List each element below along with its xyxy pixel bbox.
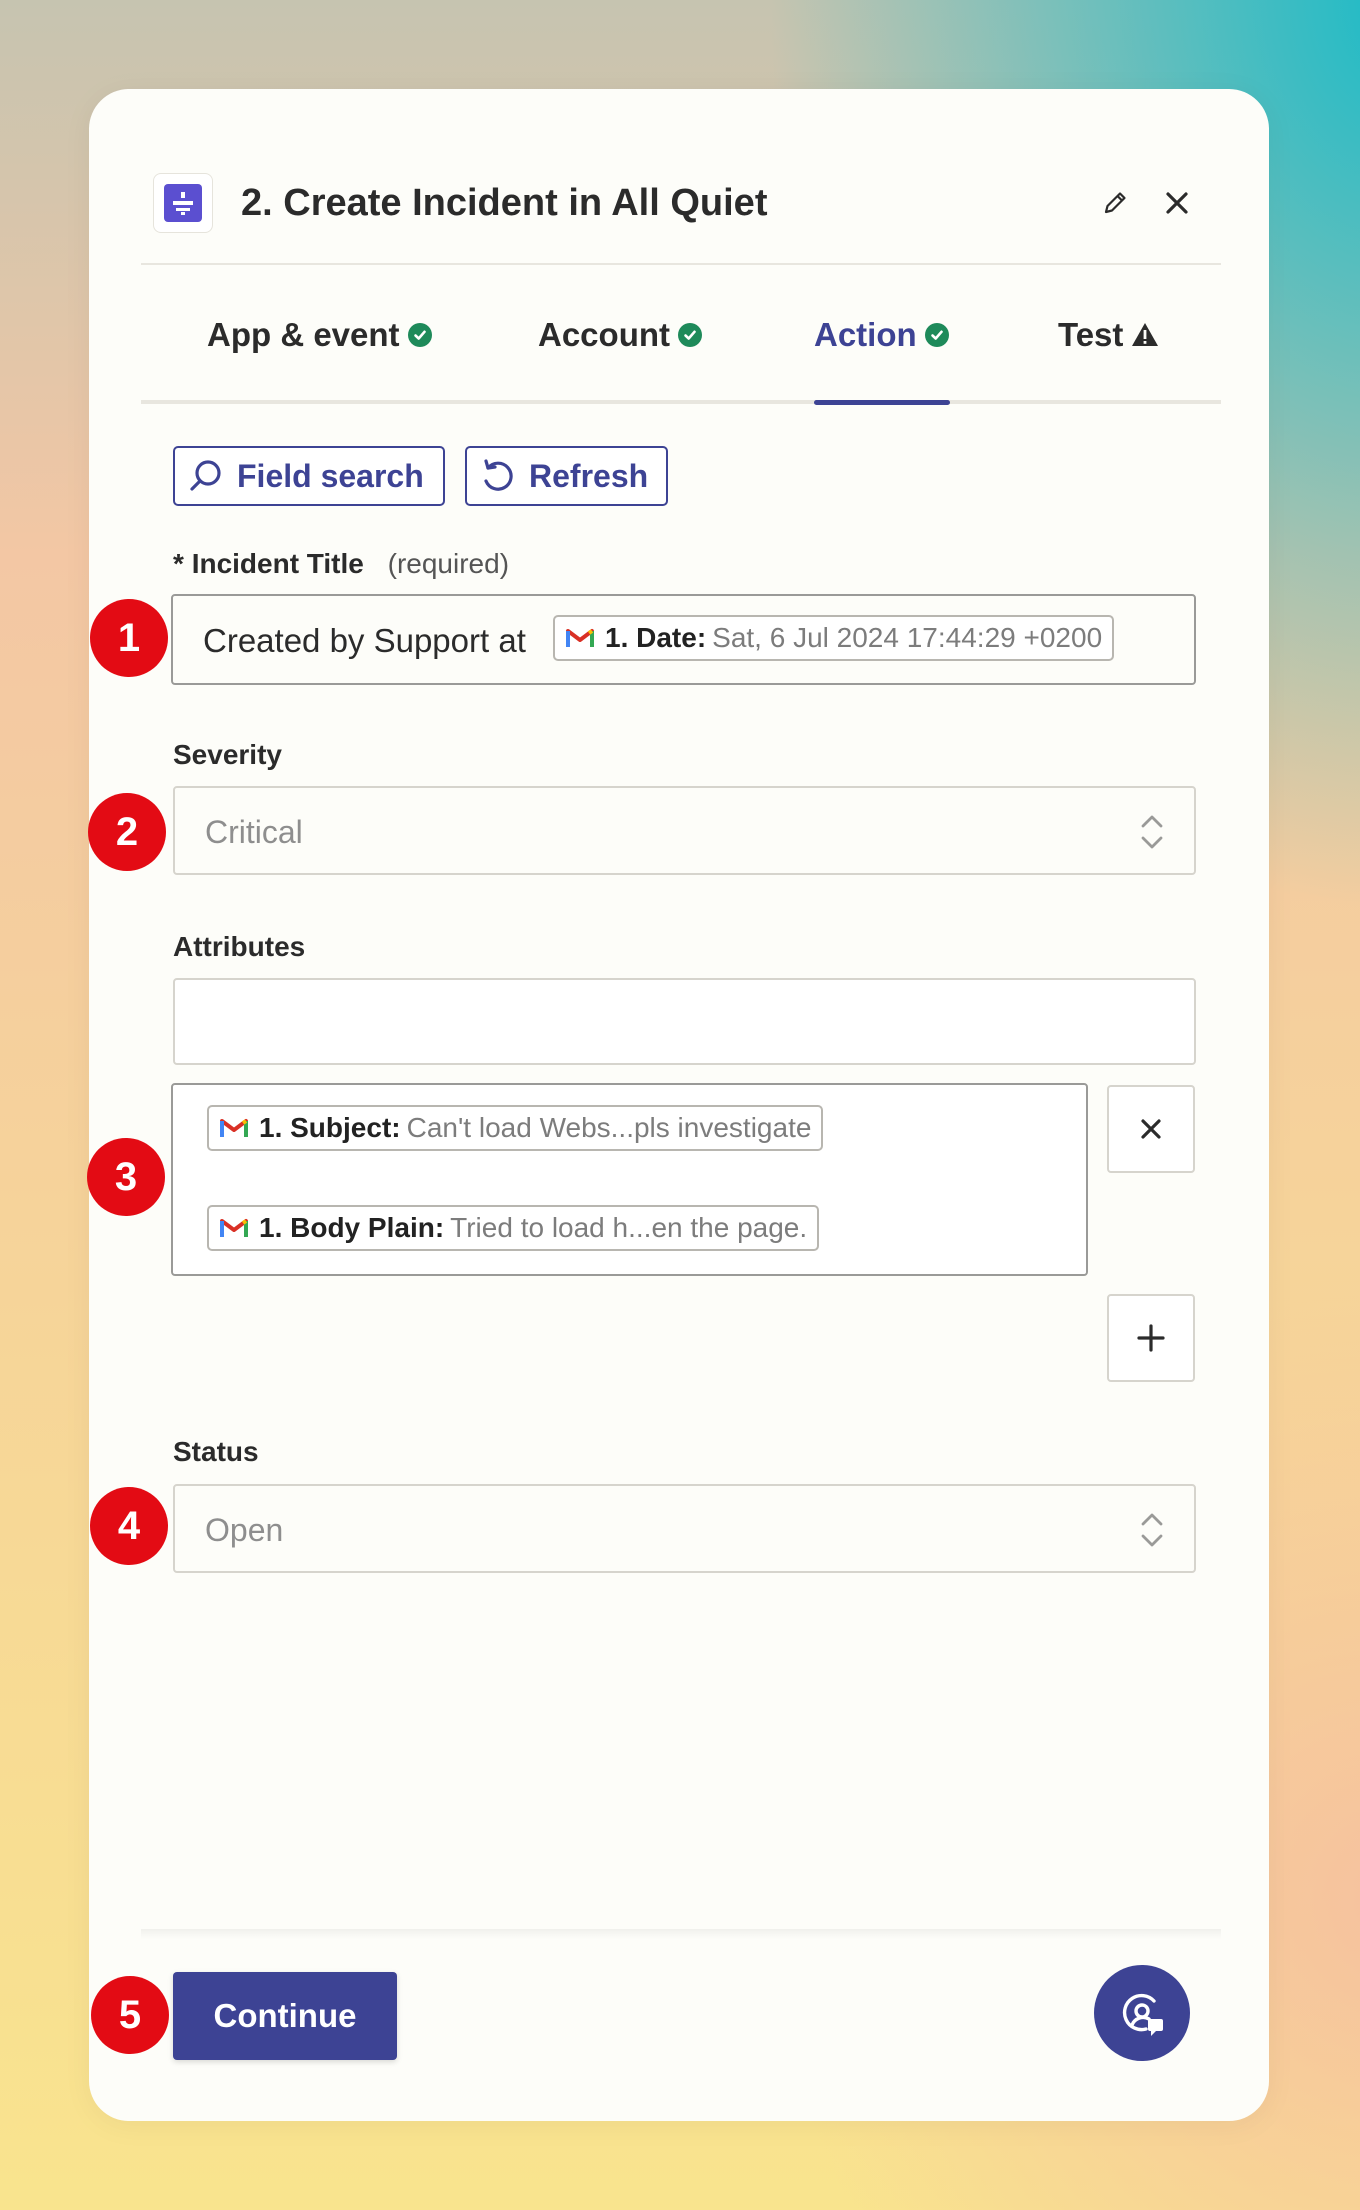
tab-label: Account (538, 316, 670, 353)
status-label: Status (173, 1436, 259, 1467)
severity-value: Critical (205, 814, 303, 850)
gmail-icon (565, 627, 595, 649)
check-icon (407, 323, 432, 347)
search-icon (187, 457, 225, 495)
incident-title-label-text: Incident Title (191, 548, 364, 579)
chevron-updown-icon (1137, 1508, 1167, 1557)
remove-attribute-button[interactable] (1107, 1085, 1195, 1173)
incident-title-input[interactable]: Created by Support at 1. Date: Sat, 6 Ju… (171, 594, 1196, 685)
support-chat-button[interactable] (1094, 1965, 1190, 2061)
check-icon (678, 323, 702, 347)
tab-test[interactable]: Test (1058, 311, 1159, 359)
field-search-button[interactable]: Field search (173, 446, 445, 506)
gmail-icon (219, 1117, 249, 1139)
refresh-icon (479, 457, 517, 495)
annotation-marker-4: 4 (90, 1487, 168, 1565)
check-icon (924, 323, 949, 347)
plus-icon (1136, 1323, 1166, 1353)
tab-label: Test (1058, 316, 1124, 353)
annotation-marker-5: 5 (91, 1976, 169, 2054)
token-value: Can't load Webs...pls investigate (406, 1112, 812, 1143)
severity-label: Severity (173, 739, 282, 770)
continue-button[interactable]: Continue (173, 1972, 397, 2060)
token-value: Tried to load h...en the page. (450, 1212, 808, 1243)
incident-title-prefix: Created by Support at (203, 622, 526, 659)
attribute-key-input[interactable] (173, 978, 1196, 1065)
refresh-label: Refresh (529, 457, 649, 494)
token-key: 1. Date: (605, 622, 707, 653)
token-key: 1. Body Plain: (259, 1212, 445, 1243)
tabs-divider (141, 400, 1221, 404)
severity-select[interactable]: Critical (173, 786, 1196, 875)
tab-app-event[interactable]: App & event (207, 311, 432, 359)
gmail-icon (219, 1217, 249, 1239)
pencil-icon[interactable] (1091, 179, 1139, 227)
all-quiet-app-icon (153, 173, 213, 233)
annotation-marker-3: 3 (87, 1138, 165, 1216)
tab-action[interactable]: Action (814, 311, 949, 359)
tab-label: App & event (207, 316, 400, 353)
close-icon[interactable] (1153, 179, 1201, 227)
active-tab-indicator (814, 400, 950, 405)
create-incident-panel: 2. Create Incident in All Quiet App & ev… (89, 89, 1269, 2121)
tab-label: Action (814, 316, 917, 353)
warning-icon (1131, 322, 1159, 348)
annotation-marker-2: 2 (88, 793, 166, 871)
attribute-value-input[interactable]: 1. Subject: Can't load Webs...pls invest… (171, 1083, 1088, 1276)
attributes-label: Attributes (173, 931, 306, 962)
required-hint: (required) (387, 548, 510, 579)
chevron-updown-icon (1137, 810, 1167, 859)
header-divider (141, 263, 1221, 265)
annotation-marker-1: 1 (90, 599, 168, 677)
body-plain-token[interactable]: 1. Body Plain: Tried to load h...en the … (207, 1205, 820, 1251)
token-value: Sat, 6 Jul 2024 17:44:29 +0200 (712, 622, 1103, 653)
footer-divider (141, 1929, 1221, 1939)
close-icon (1138, 1116, 1164, 1142)
tab-account[interactable]: Account (538, 311, 702, 359)
subject-token[interactable]: 1. Subject: Can't load Webs...pls invest… (207, 1105, 824, 1151)
status-select[interactable]: Open (173, 1484, 1196, 1573)
refresh-button[interactable]: Refresh (465, 446, 668, 506)
support-chat-icon (1116, 1987, 1168, 2039)
panel-title: 2. Create Incident in All Quiet (241, 182, 768, 224)
date-token[interactable]: 1. Date: Sat, 6 Jul 2024 17:44:29 +0200 (553, 615, 1115, 661)
token-key: 1. Subject: (259, 1112, 401, 1143)
add-attribute-button[interactable] (1107, 1294, 1195, 1382)
required-asterisk: * (173, 548, 184, 579)
status-value: Open (205, 1512, 284, 1548)
field-search-label: Field search (237, 457, 424, 494)
incident-title-label: * Incident Title (required) (173, 548, 509, 580)
